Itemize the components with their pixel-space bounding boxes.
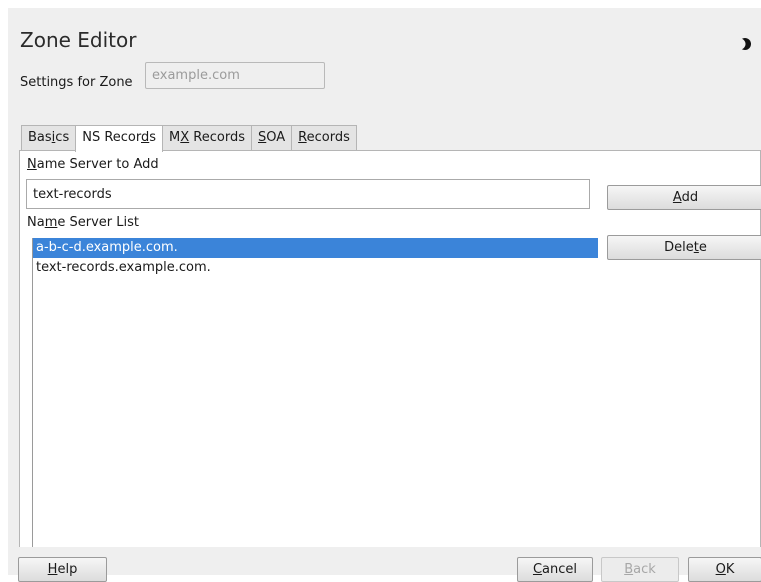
tab-ns-records[interactable]: NS Records (75, 125, 164, 152)
list-item[interactable]: text-records.example.com. (33, 258, 598, 278)
tab-bar: Basics NS Records MX Records SOA Records (21, 125, 357, 152)
window-title: Zone Editor (20, 28, 137, 52)
moon-icon (736, 38, 751, 50)
delete-button[interactable]: Delete (607, 235, 761, 260)
cancel-button[interactable]: Cancel (517, 557, 593, 582)
name-server-input[interactable] (26, 179, 590, 209)
help-button[interactable]: Help (18, 557, 107, 582)
settings-for-zone-label: Settings for Zone (20, 75, 133, 90)
tab-records[interactable]: Records (291, 125, 357, 150)
name-server-to-add-label: Name Server to Add (27, 157, 159, 172)
tab-mx-records[interactable]: MX Records (162, 125, 252, 150)
list-item[interactable]: a-b-c-d.example.com. (33, 238, 598, 258)
ns-records-panel: Name Server to Add Add Name Server List … (19, 150, 761, 547)
add-button[interactable]: Add (607, 185, 761, 210)
name-server-list-label: Name Server List (27, 215, 139, 230)
zone-name-input (145, 62, 325, 89)
name-server-list[interactable]: a-b-c-d.example.com. text-records.exampl… (32, 238, 598, 547)
back-button: Back (601, 557, 679, 582)
tab-soa[interactable]: SOA (251, 125, 293, 150)
ok-button[interactable]: OK (688, 557, 761, 582)
tab-basics[interactable]: Basics (21, 125, 77, 150)
zone-editor-window: Zone Editor Settings for Zone Basics NS … (8, 8, 761, 582)
